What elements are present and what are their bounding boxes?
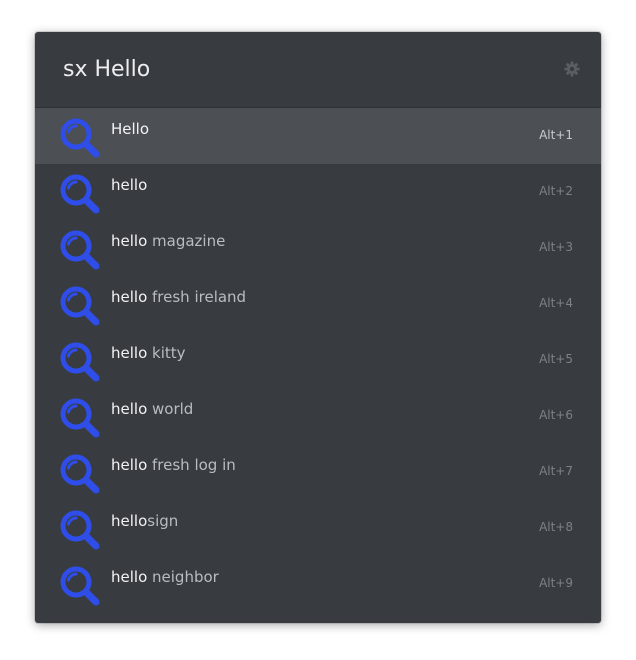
result-label: hello fresh ireland — [111, 288, 246, 306]
shortcut-hint: Alt+6 — [539, 408, 573, 422]
result-label: hello — [111, 176, 147, 194]
result-label-suffix: fresh log in — [147, 456, 236, 474]
result-item[interactable]: hello kitty Alt+5 — [35, 332, 601, 388]
result-item[interactable]: hello magazine Alt+3 — [35, 220, 601, 276]
result-label-match: hello — [111, 288, 148, 306]
result-label: hello magazine — [111, 232, 225, 250]
result-label-match: hello — [111, 176, 148, 194]
magnifier-search-icon — [60, 566, 100, 606]
result-label-suffix: neighbor — [147, 568, 219, 586]
shortcut-hint: Alt+4 — [539, 296, 573, 310]
magnifier-search-icon — [60, 174, 100, 214]
magnifier-search-icon — [60, 510, 100, 550]
search-bar — [35, 32, 601, 108]
result-label-suffix: magazine — [147, 232, 226, 250]
result-label-suffix: kitty — [147, 344, 186, 362]
result-label-match: Hello — [111, 120, 150, 138]
result-label-match: hello — [111, 344, 148, 362]
result-label-match: hello — [111, 568, 148, 586]
result-label: hello world — [111, 400, 193, 418]
search-input[interactable] — [63, 53, 543, 85]
result-item[interactable]: hello fresh ireland Alt+4 — [35, 276, 601, 332]
shortcut-hint: Alt+2 — [539, 184, 573, 198]
magnifier-search-icon — [60, 398, 100, 438]
result-item[interactable]: hello Alt+2 — [35, 164, 601, 220]
result-label-match: hello — [111, 232, 148, 250]
result-item[interactable]: hello neighbor Alt+9 — [35, 556, 601, 612]
launcher-window: HelloAlt+1helloAlt+2hello magazineAlt+3h… — [35, 32, 601, 623]
magnifier-search-icon — [60, 118, 100, 158]
result-label-suffix: fresh ireland — [147, 288, 247, 306]
magnifier-search-icon — [60, 286, 100, 326]
result-label: hello fresh log in — [111, 456, 236, 474]
shortcut-hint: Alt+7 — [539, 464, 573, 478]
result-label: Hello — [111, 120, 149, 138]
magnifier-search-icon — [60, 454, 100, 494]
result-item[interactable]: hello world Alt+6 — [35, 388, 601, 444]
result-label-suffix: world — [147, 400, 194, 418]
result-label-match: hello — [111, 400, 148, 418]
result-label: hellosign — [111, 512, 178, 530]
result-label: hello neighbor — [111, 568, 219, 586]
magnifier-search-icon — [60, 342, 100, 382]
magnifier-search-icon — [60, 230, 100, 270]
result-label: hello kitty — [111, 344, 186, 362]
result-label-match: hello — [111, 456, 148, 474]
results-list: Hello Alt+1 hello Alt+2 hello magazine Alt+3 h… — [35, 108, 601, 612]
result-label-match: hello — [111, 512, 148, 530]
result-item[interactable]: Hello Alt+1 — [35, 108, 601, 164]
shortcut-hint: Alt+5 — [539, 352, 573, 366]
shortcut-hint: Alt+8 — [539, 520, 573, 534]
shortcut-hint: Alt+9 — [539, 576, 573, 590]
result-item[interactable]: hello fresh log in Alt+7 — [35, 444, 601, 500]
gear-icon[interactable] — [564, 61, 580, 77]
shortcut-hint: Alt+1 — [539, 128, 573, 142]
result-label-suffix: sign — [147, 512, 179, 530]
shortcut-hint: Alt+3 — [539, 240, 573, 254]
result-item[interactable]: hellosign Alt+8 — [35, 500, 601, 556]
